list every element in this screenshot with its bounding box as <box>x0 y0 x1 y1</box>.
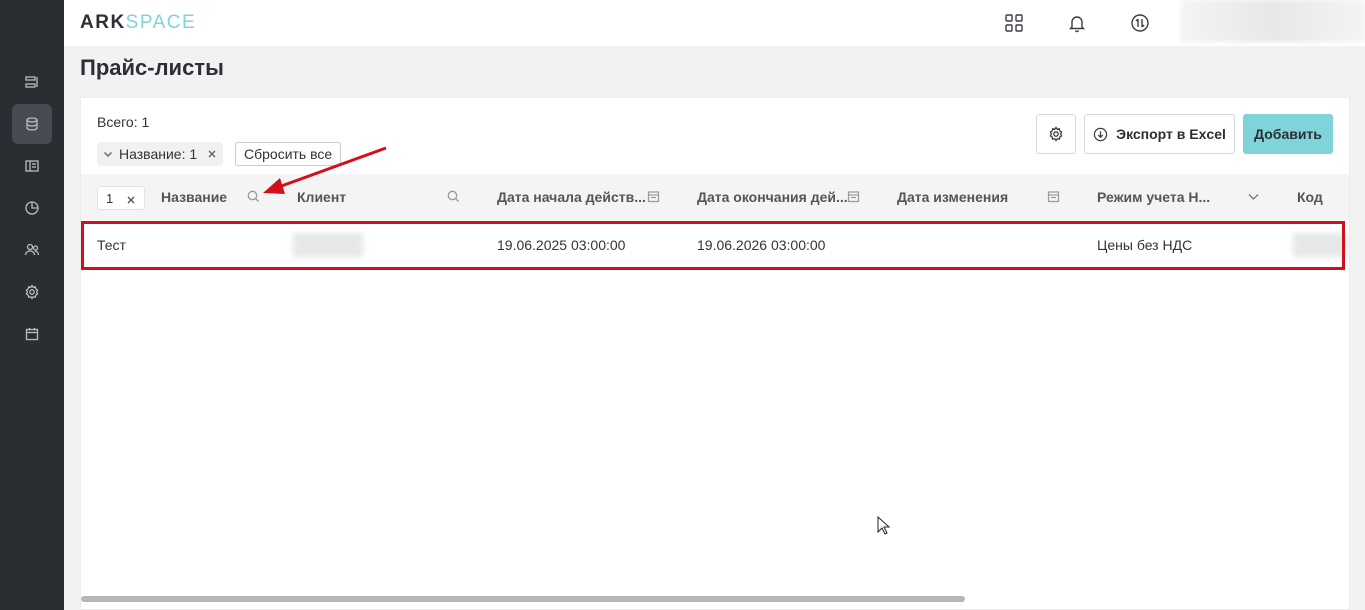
table-header: 1 Название Клиент Дата начала действ... … <box>81 174 1349 220</box>
gear-icon <box>1049 126 1063 142</box>
export-excel-button[interactable]: Экспорт в Excel <box>1084 114 1235 154</box>
sidebar-item-layout[interactable] <box>12 146 52 186</box>
layout-icon <box>25 160 39 172</box>
search-icon[interactable] <box>247 190 260 208</box>
apps-button[interactable] <box>1002 11 1026 35</box>
column-label: Дата изменения <box>897 189 1009 205</box>
clear-selection-button[interactable] <box>126 193 136 208</box>
bell-icon <box>1068 16 1086 33</box>
selection-count-value: 1 <box>106 190 114 206</box>
chevron-down-icon <box>104 152 112 157</box>
sidebar-item-calendar[interactable] <box>12 314 52 354</box>
calendar-icon[interactable] <box>647 190 660 208</box>
table-settings-button[interactable] <box>1036 114 1076 154</box>
pie-chart-icon <box>25 201 39 215</box>
filter-chip-label: Название: 1 <box>119 146 198 162</box>
total-count: Всего: 1 <box>97 114 150 130</box>
column-header-vat-mode[interactable]: Режим учета Н... <box>1097 174 1210 220</box>
column-header-modified[interactable]: Дата изменения <box>897 174 1008 220</box>
calendar-icon <box>25 328 39 341</box>
topbar: ARKSPACE <box>64 0 1365 46</box>
search-icon[interactable] <box>447 190 460 208</box>
close-icon <box>127 196 135 204</box>
selection-count[interactable]: 1 <box>97 186 145 210</box>
database-icon <box>26 117 38 131</box>
sidebar-item-users[interactable] <box>12 230 52 270</box>
calendar-icon[interactable] <box>1047 190 1060 208</box>
cell-client <box>293 233 363 257</box>
add-button[interactable]: Добавить <box>1243 114 1333 154</box>
column-label: Дата окончания дей... <box>697 189 848 205</box>
sidebar-item-settings[interactable] <box>12 272 52 312</box>
column-label: Код <box>1297 189 1323 205</box>
page-title: Прайс-листы <box>80 55 224 80</box>
logo-ark: ARK <box>80 12 126 33</box>
filter-chip[interactable]: Название: 1 <box>97 142 224 166</box>
cell-end-date: 19.06.2026 03:00:00 <box>697 237 826 253</box>
cell-start-date: 19.06.2025 03:00:00 <box>497 237 626 253</box>
column-label: Клиент <box>297 189 347 205</box>
chevron-down-icon[interactable] <box>1247 190 1260 208</box>
close-icon[interactable] <box>207 149 217 159</box>
sidebar-item-database[interactable] <box>12 104 52 144</box>
reset-filters-button[interactable]: Сбросить все <box>235 142 342 166</box>
logo[interactable]: ARKSPACE <box>80 12 196 34</box>
column-label: Дата начала действ... <box>497 189 646 205</box>
cell-vat-mode: Цены без НДС <box>1097 237 1193 253</box>
logo-space: SPACE <box>125 12 197 33</box>
user-profile[interactable] <box>1181 0 1365 42</box>
sync-arrows-icon <box>1131 14 1149 32</box>
calendar-icon[interactable] <box>847 190 860 208</box>
cell-name: Тест <box>97 237 126 253</box>
cell-code <box>1293 233 1347 257</box>
column-header-end-date[interactable]: Дата окончания дей... <box>697 174 848 220</box>
mouse-cursor-icon <box>877 516 891 535</box>
column-label: Режим учета Н... <box>1097 189 1211 205</box>
price-lists-card: Всего: 1 Название: 1 Сбросить все Экспор… <box>80 97 1350 610</box>
download-icon <box>1093 127 1108 141</box>
apps-grid-icon <box>1005 14 1023 32</box>
sidebar-item-reports[interactable] <box>12 188 52 228</box>
users-icon <box>24 243 40 256</box>
export-label: Экспорт в Excel <box>1116 126 1226 142</box>
list-icon <box>25 76 38 88</box>
table-row[interactable]: Тест 19.06.2025 03:00:00 19.06.2026 03:0… <box>81 222 1349 268</box>
column-header-code[interactable]: Код <box>1297 174 1323 220</box>
column-label: Название <box>161 189 228 205</box>
gear-icon <box>25 284 39 300</box>
column-header-client[interactable]: Клиент <box>297 174 346 220</box>
column-header-start-date[interactable]: Дата начала действ... <box>497 174 646 220</box>
sync-button[interactable] <box>1128 11 1152 35</box>
sidebar <box>0 0 64 610</box>
horizontal-scrollbar[interactable] <box>81 596 965 602</box>
notifications-button[interactable] <box>1065 11 1089 35</box>
column-header-name[interactable]: Название <box>161 174 227 220</box>
sidebar-item-list[interactable] <box>12 62 52 102</box>
